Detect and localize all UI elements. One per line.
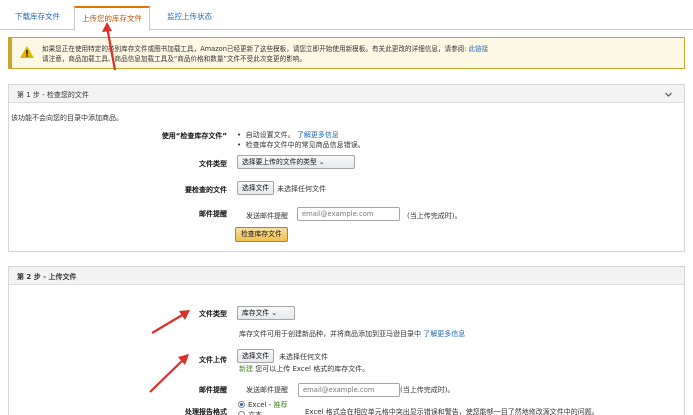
- radio-excel-text: Excel -: [248, 401, 272, 409]
- file-type-select-1[interactable]: 选择要上传的文件的类型 ⌄: [237, 155, 355, 169]
- file-type-description: 库存文件可用于创建新品种，并将商品添加到亚马逊目录中 了解更多信息: [239, 329, 465, 339]
- email-input-2[interactable]: email@example.com: [298, 383, 400, 397]
- file-type-select-1-value: 选择要上传的文件的类型: [242, 158, 317, 166]
- step1-section: 第 1 步 - 检查您的文件 该功能不会向您的目录中添加商品。 使用“检查库存文…: [8, 84, 685, 252]
- email-note-2: (当上传完成时)。: [400, 386, 455, 394]
- template-update-alert: 如果您正在使用特定的类别库存文件或图书加载工具，Amazon已经更新了这些模板，…: [8, 37, 685, 69]
- radio-text[interactable]: [238, 411, 245, 415]
- email-input-1[interactable]: email@example.com: [297, 207, 400, 221]
- step1-intro: 该功能不会向您的目录中添加商品。: [11, 114, 123, 122]
- email-send-text-2: 发送邮件提醒: [246, 386, 288, 394]
- learn-more-link-1[interactable]: 了解更多信息: [297, 131, 339, 139]
- file-upload-label: 文件上传: [199, 356, 227, 364]
- choose-file-button-1[interactable]: 选择文件: [237, 181, 275, 195]
- step2-section: 第 2 步 - 上传文件 文件类型 库存文件 ⌄ 库存文件可用于创建新品种，并将…: [8, 266, 685, 415]
- excel-upload-note-text: 您可以上传 Excel 格式的库存文件。: [255, 365, 370, 373]
- radio-excel[interactable]: [238, 401, 245, 408]
- email-note-1: (当上传完成时)。: [407, 212, 462, 220]
- check-inventory-label: 使用“检查库存文件”: [161, 132, 227, 140]
- no-file-text-1: 未选择任何文件: [277, 185, 326, 193]
- report-format-label: 处理报告格式: [185, 408, 227, 415]
- step2-title: 第 2 步 - 上传文件: [17, 273, 77, 281]
- file-type-select-2-value: 库存文件: [242, 309, 270, 317]
- recommended-badge: 推荐: [273, 401, 288, 409]
- tab-download-inventory[interactable]: 下载库存文件: [8, 6, 67, 30]
- check-inventory-bullets: • 自动设置文件。 了解更多信息 • 检查库存文件中的常见商品信息错误。: [237, 131, 365, 149]
- email-send-text-1: 发送邮件提醒: [246, 212, 288, 220]
- bullet-check-errors: 检查库存文件中的常见商品信息错误。: [245, 141, 365, 149]
- choose-file-button-2[interactable]: 选择文件: [237, 349, 275, 363]
- email-alert-label-2: 邮件提醒: [199, 386, 227, 394]
- file-to-check-label: 要检查的文件: [185, 186, 227, 194]
- file-type-label-1: 文件类型: [199, 160, 227, 168]
- bullet-auto-setup: 自动设置文件。: [245, 131, 295, 139]
- alert-link[interactable]: 此链接: [469, 45, 489, 53]
- tab-bar: 下载库存文件 上传您的库存文件 监控上传状态: [0, 0, 693, 31]
- alert-note: 请注意，商品加载工具、商品信息加载工具及“商品价格和数量”文件不受此次变更的影响…: [42, 55, 306, 63]
- tab-monitor-upload[interactable]: 监控上传状态: [160, 6, 219, 30]
- new-badge: 新建: [239, 365, 253, 373]
- learn-more-link-2[interactable]: 了解更多信息: [423, 330, 465, 338]
- no-file-text-2: 未选择任何文件: [279, 353, 328, 361]
- radio-text-label: 文本: [248, 411, 262, 415]
- check-inventory-button[interactable]: 检查库存文件: [235, 227, 288, 242]
- excel-upload-note: 新建 您可以上传 Excel 格式的库存文件。: [239, 364, 369, 374]
- excel-format-description: Excel 格式会在相应单元格中突出显示错误和警告，使您能够一目了然地修改源文件…: [305, 408, 599, 415]
- step2-header: 第 2 步 - 上传文件: [9, 267, 684, 285]
- step1-title: 第 1 步 - 检查您的文件: [17, 91, 89, 99]
- step1-header[interactable]: 第 1 步 - 检查您的文件: [9, 85, 684, 103]
- radio-excel-label: Excel - 推荐: [248, 400, 288, 410]
- file-type-label-2: 文件类型: [199, 310, 227, 318]
- file-type-desc-text: 库存文件可用于创建新品种，并将商品添加到亚马逊目录中: [239, 330, 421, 338]
- tab-upload-inventory[interactable]: 上传您的库存文件: [74, 6, 150, 31]
- file-type-select-2[interactable]: 库存文件 ⌄: [237, 306, 295, 320]
- warning-icon: [20, 46, 34, 58]
- chevron-down-icon[interactable]: [665, 91, 672, 98]
- alert-message: 如果您正在使用特定的类别库存文件或图书加载工具，Amazon已经更新了这些模板，…: [42, 45, 467, 53]
- email-alert-label-1: 邮件提醒: [199, 210, 227, 218]
